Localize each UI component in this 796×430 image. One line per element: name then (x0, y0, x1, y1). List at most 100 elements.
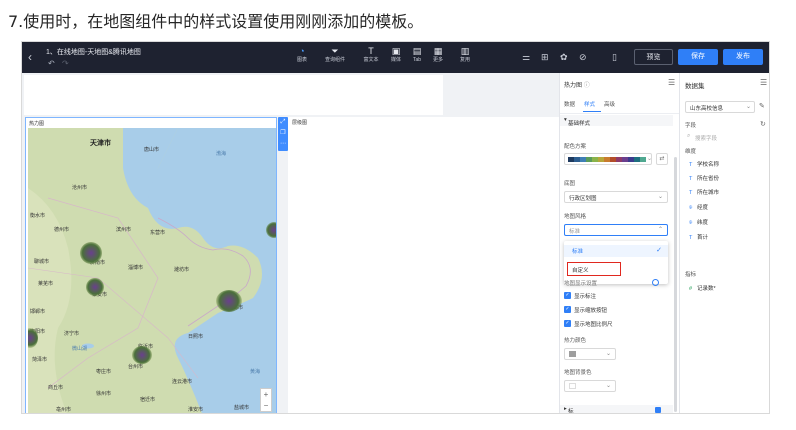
select-value: 标准 (569, 229, 581, 235)
city-label: 衡水市 (30, 213, 46, 219)
heat-spot[interactable] (86, 278, 104, 296)
info-icon[interactable] (652, 279, 659, 286)
dashboard-title: 1、在线地图-天地图&腾讯地图 (46, 49, 141, 56)
tool-label: 查询组件 (324, 57, 345, 63)
city-label: 滨州市 (116, 227, 132, 233)
heatmap-map[interactable]: 天津市 唐山市 沧州市 衡水市 德州市 滨州市 东营市 聊城市 济南市 淄博市 … (28, 128, 276, 413)
tool-chart[interactable]: ◔ 图表 (288, 46, 316, 64)
refresh-icon[interactable]: ↻ (760, 120, 766, 128)
tool-reuse[interactable]: ▥ 复用 (451, 46, 479, 64)
heat-color-picker[interactable]: ⌄ (564, 348, 616, 360)
checkbox-show-zoom[interactable]: ✓ (564, 306, 571, 313)
menu-icon[interactable]: ☰ (760, 78, 767, 87)
field-item[interactable]: T 首计 (689, 233, 708, 241)
checkbox-label: 显示地图比例尺 (574, 322, 613, 328)
city-label: 东营市 (150, 230, 166, 236)
card-title: 层级图 (292, 120, 308, 126)
empty-component[interactable] (24, 75, 443, 115)
tab-style[interactable]: 样式 (584, 100, 595, 108)
dataset-select[interactable]: 山东高校信息 ⌄ (685, 101, 755, 113)
field-label: 地图风格 (564, 214, 587, 220)
tool-label: 更多 (432, 57, 443, 63)
chevron-down-icon: ⌄ (745, 104, 751, 110)
map-style-dropdown: 标准 ✓ 自定义 (564, 241, 668, 284)
back-icon[interactable]: ‹ (28, 50, 32, 64)
settings-sliders-icon[interactable]: ⚌ (522, 52, 530, 63)
chevron-down-icon: ⌄ (647, 156, 653, 162)
tool-filter[interactable]: ⏷ 查询组件 (321, 46, 349, 64)
city-label: 徐州市 (96, 391, 112, 397)
edit-icon[interactable]: ✎ (759, 102, 765, 110)
field-group-label: 维度 (685, 149, 697, 155)
check-icon: ✓ (656, 247, 662, 254)
city-label: 唐山市 (144, 147, 160, 153)
field-item[interactable]: T 所在省份 (689, 174, 719, 182)
option-label: 自定义 (572, 268, 589, 274)
copy-icon[interactable]: ❐ (278, 128, 288, 139)
field-search-input[interactable]: ⌕ 搜索字段 (685, 132, 765, 143)
redo-icon[interactable]: ↷ (62, 59, 69, 68)
checkbox-show-label[interactable]: ✓ (564, 292, 571, 299)
field-item[interactable]: # 记录数* (689, 284, 716, 292)
city-label: 济宁市 (64, 331, 80, 337)
city-label: 淮安市 (188, 407, 204, 413)
heatmap-card[interactable]: 热力图 天津市 唐山市 沧州市 衡水市 德州市 滨州市 东营市 聊城市 济南市 … (25, 117, 277, 413)
bg-color-picker[interactable]: ⌄ (564, 380, 616, 392)
tab-advanced[interactable]: 高级 (604, 100, 615, 108)
mobile-icon[interactable]: ▯ (612, 52, 617, 63)
field-item[interactable]: ⌾ 纬度 (689, 218, 708, 227)
chevron-down-icon: ⌄ (605, 383, 611, 389)
city-label: 淄博市 (128, 265, 144, 271)
zoom-in-icon[interactable]: + (261, 389, 271, 400)
tab-data[interactable]: 数据 (564, 100, 575, 108)
section-header[interactable]: ▾ 基础样式 (560, 115, 673, 127)
field-label: 热力颜色 (564, 338, 587, 344)
color-scheme-select[interactable]: ⌄ (564, 153, 652, 165)
field-label: 底图 (564, 181, 576, 187)
save-button[interactable]: 保存 (678, 49, 718, 65)
heat-spot[interactable] (132, 346, 152, 364)
active-tab-indicator (583, 111, 601, 112)
zoom-out-icon[interactable]: − (261, 400, 271, 411)
map-zoom-control[interactable]: + − (260, 388, 272, 412)
dropdown-option-custom[interactable]: 自定义 (567, 262, 621, 276)
menu-icon[interactable]: ☰ (668, 78, 675, 87)
map-style-select[interactable]: 标准 ⌃ (564, 224, 668, 236)
tool-more[interactable]: ▦ 更多 (424, 46, 452, 64)
hide-icon[interactable]: ⊘ (579, 52, 587, 63)
section-header[interactable]: ▸ 标签 (560, 405, 673, 414)
geo-pin-icon: ⌾ (689, 205, 693, 211)
text-type-icon: T (689, 176, 693, 182)
field-item[interactable]: ⌾ 经度 (689, 203, 708, 212)
base-map-select[interactable]: 行政区划图 ⌄ (564, 191, 668, 203)
dropdown-option-standard[interactable]: 标准 ✓ (564, 245, 668, 257)
color-preview (569, 351, 576, 357)
layout-icon[interactable]: ⊞ (541, 52, 549, 63)
field-item[interactable]: T 学校名称 (689, 160, 719, 168)
right-chart-card[interactable]: 层级图 (288, 117, 559, 413)
palette-icon[interactable]: ✿ (560, 52, 568, 63)
expand-icon[interactable]: ⤢ (278, 117, 288, 128)
preview-button[interactable]: 预览 (634, 49, 673, 65)
sea-label: 渤海 (216, 151, 227, 157)
grid-icon: ▦ (433, 46, 443, 56)
heat-spot[interactable] (80, 242, 102, 264)
heat-spot[interactable] (266, 222, 276, 238)
panel-title: 热力图 ⓘ (564, 83, 590, 89)
chevron-down-icon: ⌄ (657, 194, 663, 200)
more-icon[interactable]: ⋯ (278, 139, 288, 150)
field-item[interactable]: T 所在城市 (689, 188, 719, 196)
info-icon[interactable]: ⓘ (584, 83, 590, 89)
city-label: 潍坊市 (174, 267, 190, 273)
section-title: ▸ 标签 (564, 406, 574, 414)
toggle-icon[interactable] (655, 407, 661, 413)
publish-button[interactable]: 发布 (723, 49, 763, 65)
tool-text[interactable]: T 富文本 (357, 46, 385, 64)
heat-spot[interactable] (216, 290, 242, 312)
component-toolbar: ⤢ ❐ ⋯ (278, 117, 288, 151)
checkbox-show-scale[interactable]: ✓ (564, 320, 571, 327)
undo-icon[interactable]: ↶ (48, 59, 55, 68)
color-settings-button[interactable]: ⇄ (656, 153, 668, 165)
dashboard-canvas: 热力图 天津市 唐山市 沧州市 衡水市 德州市 滨州市 东营市 聊城市 济南市 … (22, 73, 559, 413)
panel-scrollbar[interactable] (674, 157, 677, 412)
